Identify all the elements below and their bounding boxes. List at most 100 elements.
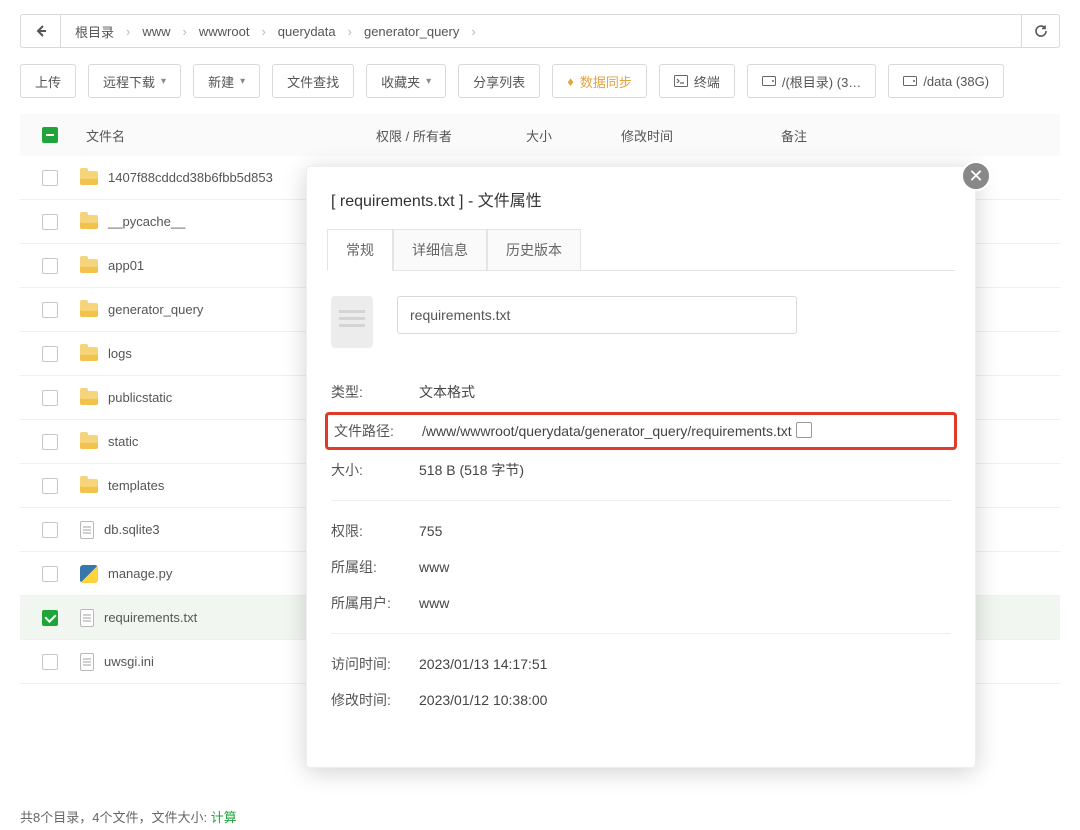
chevron-down-icon: ▾ <box>426 76 431 87</box>
row-checkbox[interactable] <box>42 654 58 670</box>
refresh-button[interactable] <box>1022 14 1060 48</box>
row-checkbox[interactable] <box>42 258 58 274</box>
row-filename: requirements.txt <box>104 610 197 625</box>
prop-path: 文件路径: /www/wwwroot/querydata/generator_q… <box>325 412 957 450</box>
upload-button[interactable]: 上传 <box>20 64 76 98</box>
tab-history[interactable]: 历史版本 <box>487 229 581 271</box>
crumb-root[interactable]: 根目录 <box>71 22 118 41</box>
breadcrumb-bar: 根目录 › www › wwwroot › querydata › genera… <box>0 0 1080 48</box>
terminal-button[interactable]: 终端 <box>659 64 735 98</box>
disk-root-button[interactable]: /(根目录) (3… <box>747 64 876 98</box>
tab-details[interactable]: 详细信息 <box>393 229 487 271</box>
row-checkbox-cell <box>20 390 80 406</box>
crumb-generator-query[interactable]: generator_query <box>360 24 463 39</box>
prop-perm: 权限: 755 <box>331 513 951 549</box>
row-filename: publicstatic <box>108 390 172 405</box>
prop-mtime-label: 修改时间: <box>331 690 399 710</box>
chevron-right-icon: › <box>122 24 134 39</box>
remote-download-label: 远程下载 <box>103 72 155 91</box>
remote-download-button[interactable]: 远程下载▾ <box>88 64 181 98</box>
row-filename: 1407f88cddcd38b6fbb5d853 <box>108 170 273 185</box>
diamond-icon: ♦ <box>567 74 574 89</box>
footer-summary: 共8个目录，4个文件，文件大小: 计算 <box>20 807 237 826</box>
row-checkbox[interactable] <box>42 566 58 582</box>
prop-perm-value: 755 <box>419 523 442 539</box>
chevron-right-icon: › <box>344 24 356 39</box>
data-sync-button[interactable]: ♦ 数据同步 <box>552 64 647 98</box>
filename-input[interactable] <box>397 296 797 334</box>
row-checkbox-cell <box>20 302 80 318</box>
col-note[interactable]: 备注 <box>775 126 1005 145</box>
chevron-right-icon: › <box>257 24 269 39</box>
row-checkbox[interactable] <box>42 170 58 186</box>
row-filename: db.sqlite3 <box>104 522 160 537</box>
copy-path-icon[interactable] <box>798 424 812 438</box>
crumb-wwwroot[interactable]: wwwroot <box>195 24 254 39</box>
row-checkbox-cell <box>20 258 80 274</box>
divider <box>331 500 951 501</box>
prop-type: 类型: 文本格式 <box>331 374 951 410</box>
prop-group: 所属组: www <box>331 549 951 585</box>
row-checkbox[interactable] <box>42 522 58 538</box>
prop-size: 大小: 518 B (518 字节) <box>331 452 951 488</box>
refresh-icon <box>1034 24 1048 38</box>
row-checkbox[interactable] <box>42 610 58 626</box>
share-list-button[interactable]: 分享列表 <box>458 64 540 98</box>
footer-text: 共8个目录，4个文件，文件大小: <box>20 810 211 825</box>
row-checkbox-cell <box>20 434 80 450</box>
upload-label: 上传 <box>35 72 61 91</box>
crumb-querydata[interactable]: querydata <box>274 24 340 39</box>
data-sync-label: 数据同步 <box>580 72 632 91</box>
col-name[interactable]: 文件名 <box>80 126 370 145</box>
row-checkbox-cell <box>20 478 80 494</box>
row-checkbox-cell <box>20 610 80 626</box>
row-checkbox[interactable] <box>42 478 58 494</box>
row-filename: __pycache__ <box>108 214 185 229</box>
col-size[interactable]: 大小 <box>520 126 615 145</box>
row-filename: logs <box>108 346 132 361</box>
prop-mtime: 修改时间: 2023/01/12 10:38:00 <box>331 682 951 718</box>
chevron-down-icon: ▾ <box>240 76 245 87</box>
row-checkbox[interactable] <box>42 434 58 450</box>
calc-size-link[interactable]: 计算 <box>211 810 237 825</box>
properties-list: 类型: 文本格式 文件路径: /www/wwwroot/querydata/ge… <box>331 374 951 718</box>
row-checkbox[interactable] <box>42 390 58 406</box>
divider <box>331 633 951 634</box>
file-search-button[interactable]: 文件查找 <box>272 64 354 98</box>
crumb-www[interactable]: www <box>138 24 174 39</box>
modal-tabs: 常规 详细信息 历史版本 <box>307 229 975 271</box>
col-mtime[interactable]: 修改时间 <box>615 126 775 145</box>
new-label: 新建 <box>208 72 234 91</box>
prop-mtime-value: 2023/01/12 10:38:00 <box>419 692 547 708</box>
favorites-button[interactable]: 收藏夹 ▾ <box>366 64 446 98</box>
row-filename: manage.py <box>108 566 172 581</box>
favorites-label: 收藏夹 <box>381 72 420 91</box>
row-filename: uwsgi.ini <box>104 654 154 669</box>
prop-atime-value: 2023/01/13 14:17:51 <box>419 656 547 672</box>
prop-group-value: www <box>419 559 449 575</box>
row-checkbox[interactable] <box>42 302 58 318</box>
header-checkbox-cell <box>20 127 80 143</box>
tab-general[interactable]: 常规 <box>327 229 393 271</box>
folder-icon <box>80 259 98 273</box>
file-icon <box>331 296 373 348</box>
prop-user: 所属用户: www <box>331 585 951 621</box>
prop-path-label: 文件路径: <box>334 421 402 441</box>
col-perm[interactable]: 权限 / 所有者 <box>370 126 520 145</box>
prop-path-value: /www/wwwroot/querydata/generator_query/r… <box>422 423 792 439</box>
row-checkbox[interactable] <box>42 346 58 362</box>
disk-data-button[interactable]: /data (38G) <box>888 64 1004 98</box>
folder-icon <box>80 391 98 405</box>
row-checkbox[interactable] <box>42 214 58 230</box>
disk-data-label: /data (38G) <box>923 74 989 89</box>
select-all-checkbox[interactable] <box>42 127 58 143</box>
prop-type-value: 文本格式 <box>419 382 475 402</box>
new-button[interactable]: 新建 ▾ <box>193 64 260 98</box>
modal-close-button[interactable]: ✕ <box>961 161 991 191</box>
file-icon <box>80 609 94 627</box>
folder-icon <box>80 303 98 317</box>
folder-icon <box>80 347 98 361</box>
back-button[interactable] <box>20 14 60 48</box>
toolbar: 上传 远程下载▾ 新建 ▾ 文件查找 收藏夹 ▾ 分享列表 ♦ 数据同步 终端 /(… <box>0 48 1080 114</box>
file-properties-modal: ✕ [ requirements.txt ] - 文件属性 常规 详细信息 历史… <box>306 166 976 768</box>
